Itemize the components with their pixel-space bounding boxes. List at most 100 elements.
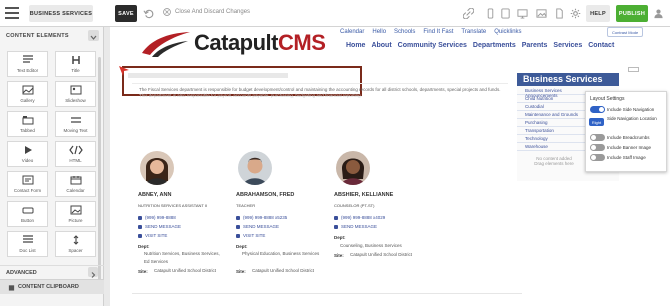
sidebar-drop-zone[interactable]: No content added Drag elements here [521,151,587,173]
drop-zone-hint: Drag elements here [534,161,574,166]
side-nav-item[interactable]: Purchasing [517,119,589,127]
util-nav-schools[interactable]: Schools [394,29,415,35]
gallery-icon [22,85,33,95]
site-label: Site: [334,253,344,258]
tile-slideshow[interactable]: Slideshow [55,81,96,107]
moving-text-icon [70,117,81,123]
tile-label: Gallery [20,98,35,103]
link-icon[interactable] [463,8,474,19]
staff-message-link[interactable]: SEND MESSAGE [138,224,181,229]
main-nav-about[interactable]: About [371,42,391,49]
tile-contact-form[interactable]: Contact Form [7,171,48,197]
close-circle-icon [163,8,171,16]
help-button[interactable]: HELP [586,5,610,22]
side-nav-item[interactable]: Warehouse [517,143,589,151]
toggle-staff-image[interactable] [590,154,605,161]
staff-photo [140,151,174,185]
image-library-icon[interactable] [536,8,547,19]
toggle-side-navigation[interactable] [590,106,605,113]
tile-button[interactable]: Button [7,201,48,227]
main-nav-home[interactable]: Home [346,42,365,49]
tile-label: HTML [69,158,82,163]
side-nav-item[interactable]: Business Services Announcements [517,87,589,98]
close-discard-label: Close And Discard Changes [175,9,251,15]
save-button[interactable]: SAVE [115,5,137,22]
text-editor-block[interactable]: The Fiscal Services department is respon… [139,87,507,99]
advanced-expand-button[interactable] [88,267,98,278]
staff-phone-link[interactable]: (999) 999-8888 [138,215,176,220]
side-nav-item[interactable]: Custodial [517,103,589,111]
tile-tabbed[interactable]: Tabbed [7,111,48,137]
close-discard-button[interactable]: Close And Discard Changes [163,8,250,16]
staff-phone-link[interactable]: (999) 999-8888 x4029 [334,215,385,220]
panel-scrollbar[interactable] [98,57,101,282]
staff-divider [132,293,522,294]
sidebar-edit-toggle[interactable] [628,67,639,72]
tile-picture[interactable]: Picture [55,201,96,227]
tile-calendar[interactable]: Calendar [55,171,96,197]
main-nav-community-services[interactable]: Community Services [398,42,467,49]
side-nav-item[interactable]: Maintenance and Grounds [517,111,589,119]
tablet-view-icon[interactable] [500,8,511,19]
page-selector[interactable]: BUSINESS SERVICES [29,5,93,22]
toggle-breadcrumbs[interactable] [590,134,605,141]
phone-icon [236,215,240,220]
tile-label: Button [20,218,34,223]
side-nav-item[interactable]: Child Nutrition [517,95,589,103]
util-nav-find-it-fast[interactable]: Find It Fast [423,29,453,35]
tile-gallery[interactable]: Gallery [7,81,48,107]
util-nav-hello[interactable]: Hello [372,29,386,35]
title-icon [71,56,80,64]
tile-doc-list[interactable]: Doc List [7,231,48,257]
settings-gear-icon[interactable] [570,8,581,19]
site-label: Site: [138,269,148,274]
editor-toolbar: BUSINESS SERVICES SAVE Close And Discard… [0,0,670,27]
contrast-mode-button[interactable]: Contrast Mode [607,27,644,37]
tile-title[interactable]: Title [55,51,96,77]
site-label: Site: [236,269,246,274]
undo-icon[interactable] [143,8,154,19]
content-clipboard-bar[interactable]: CONTENT CLIPBOARD [0,279,104,294]
tile-html[interactable]: HTML [55,141,96,167]
staff-message-link[interactable]: SEND MESSAGE [334,224,377,229]
file-icon[interactable] [554,8,565,19]
logo-text: CatapultCMS [194,30,326,56]
staff-site-link[interactable]: VISIT SITE [138,233,167,238]
main-nav-contact[interactable]: Contact [588,42,614,49]
content-divider [132,83,508,84]
content-elements-panel: CONTENT ELEMENTS Text Editor Title Galle… [0,27,104,306]
site-logo[interactable]: CatapultCMS [138,27,326,59]
desktop-view-icon[interactable] [517,8,528,19]
staff-photo [238,151,272,185]
util-nav-translate[interactable]: Translate [461,29,486,35]
publish-button[interactable]: PUBLISH [616,5,648,22]
phone-icon [334,215,338,220]
main-nav-services[interactable]: Services [553,42,582,49]
util-nav-calendar[interactable]: Calendar [340,29,364,35]
main-nav-departments[interactable]: Departments [473,42,516,49]
staff-message-link[interactable]: SEND MESSAGE [236,224,279,229]
user-avatar-icon[interactable] [653,8,664,19]
staff-portrait-icon [140,151,174,185]
side-nav-item[interactable]: Technology [517,135,589,143]
util-nav-quicklinks[interactable]: Quicklinks [494,29,521,35]
staff-site: Catapult Unified School District [252,268,315,273]
mobile-view-icon[interactable] [485,8,496,19]
tile-text-editor[interactable]: Text Editor [7,51,48,77]
toggle-banner-image[interactable] [590,144,605,151]
body-paragraph-ghost: This department is also responsible for … [139,93,362,98]
tile-label: Moving Text [63,128,88,133]
tile-video[interactable]: Video [7,141,48,167]
tile-label: Contact Form [13,188,42,193]
tile-spacer[interactable]: Spacer [55,231,96,257]
doc-list-icon [22,235,33,243]
main-nav-parents[interactable]: Parents [522,42,548,49]
side-nav-location-select[interactable]: Right [589,118,604,126]
tile-moving-text[interactable]: Moving Text [55,111,96,137]
slideshow-icon [70,85,81,95]
collapse-panel-button[interactable] [88,30,99,41]
staff-site-link[interactable]: VISIT SITE [236,233,265,238]
staff-phone-link[interactable]: (999) 999-8888 x5235 [236,215,287,220]
menu-icon[interactable] [5,7,19,20]
side-nav-item[interactable]: Transportation [517,127,589,135]
